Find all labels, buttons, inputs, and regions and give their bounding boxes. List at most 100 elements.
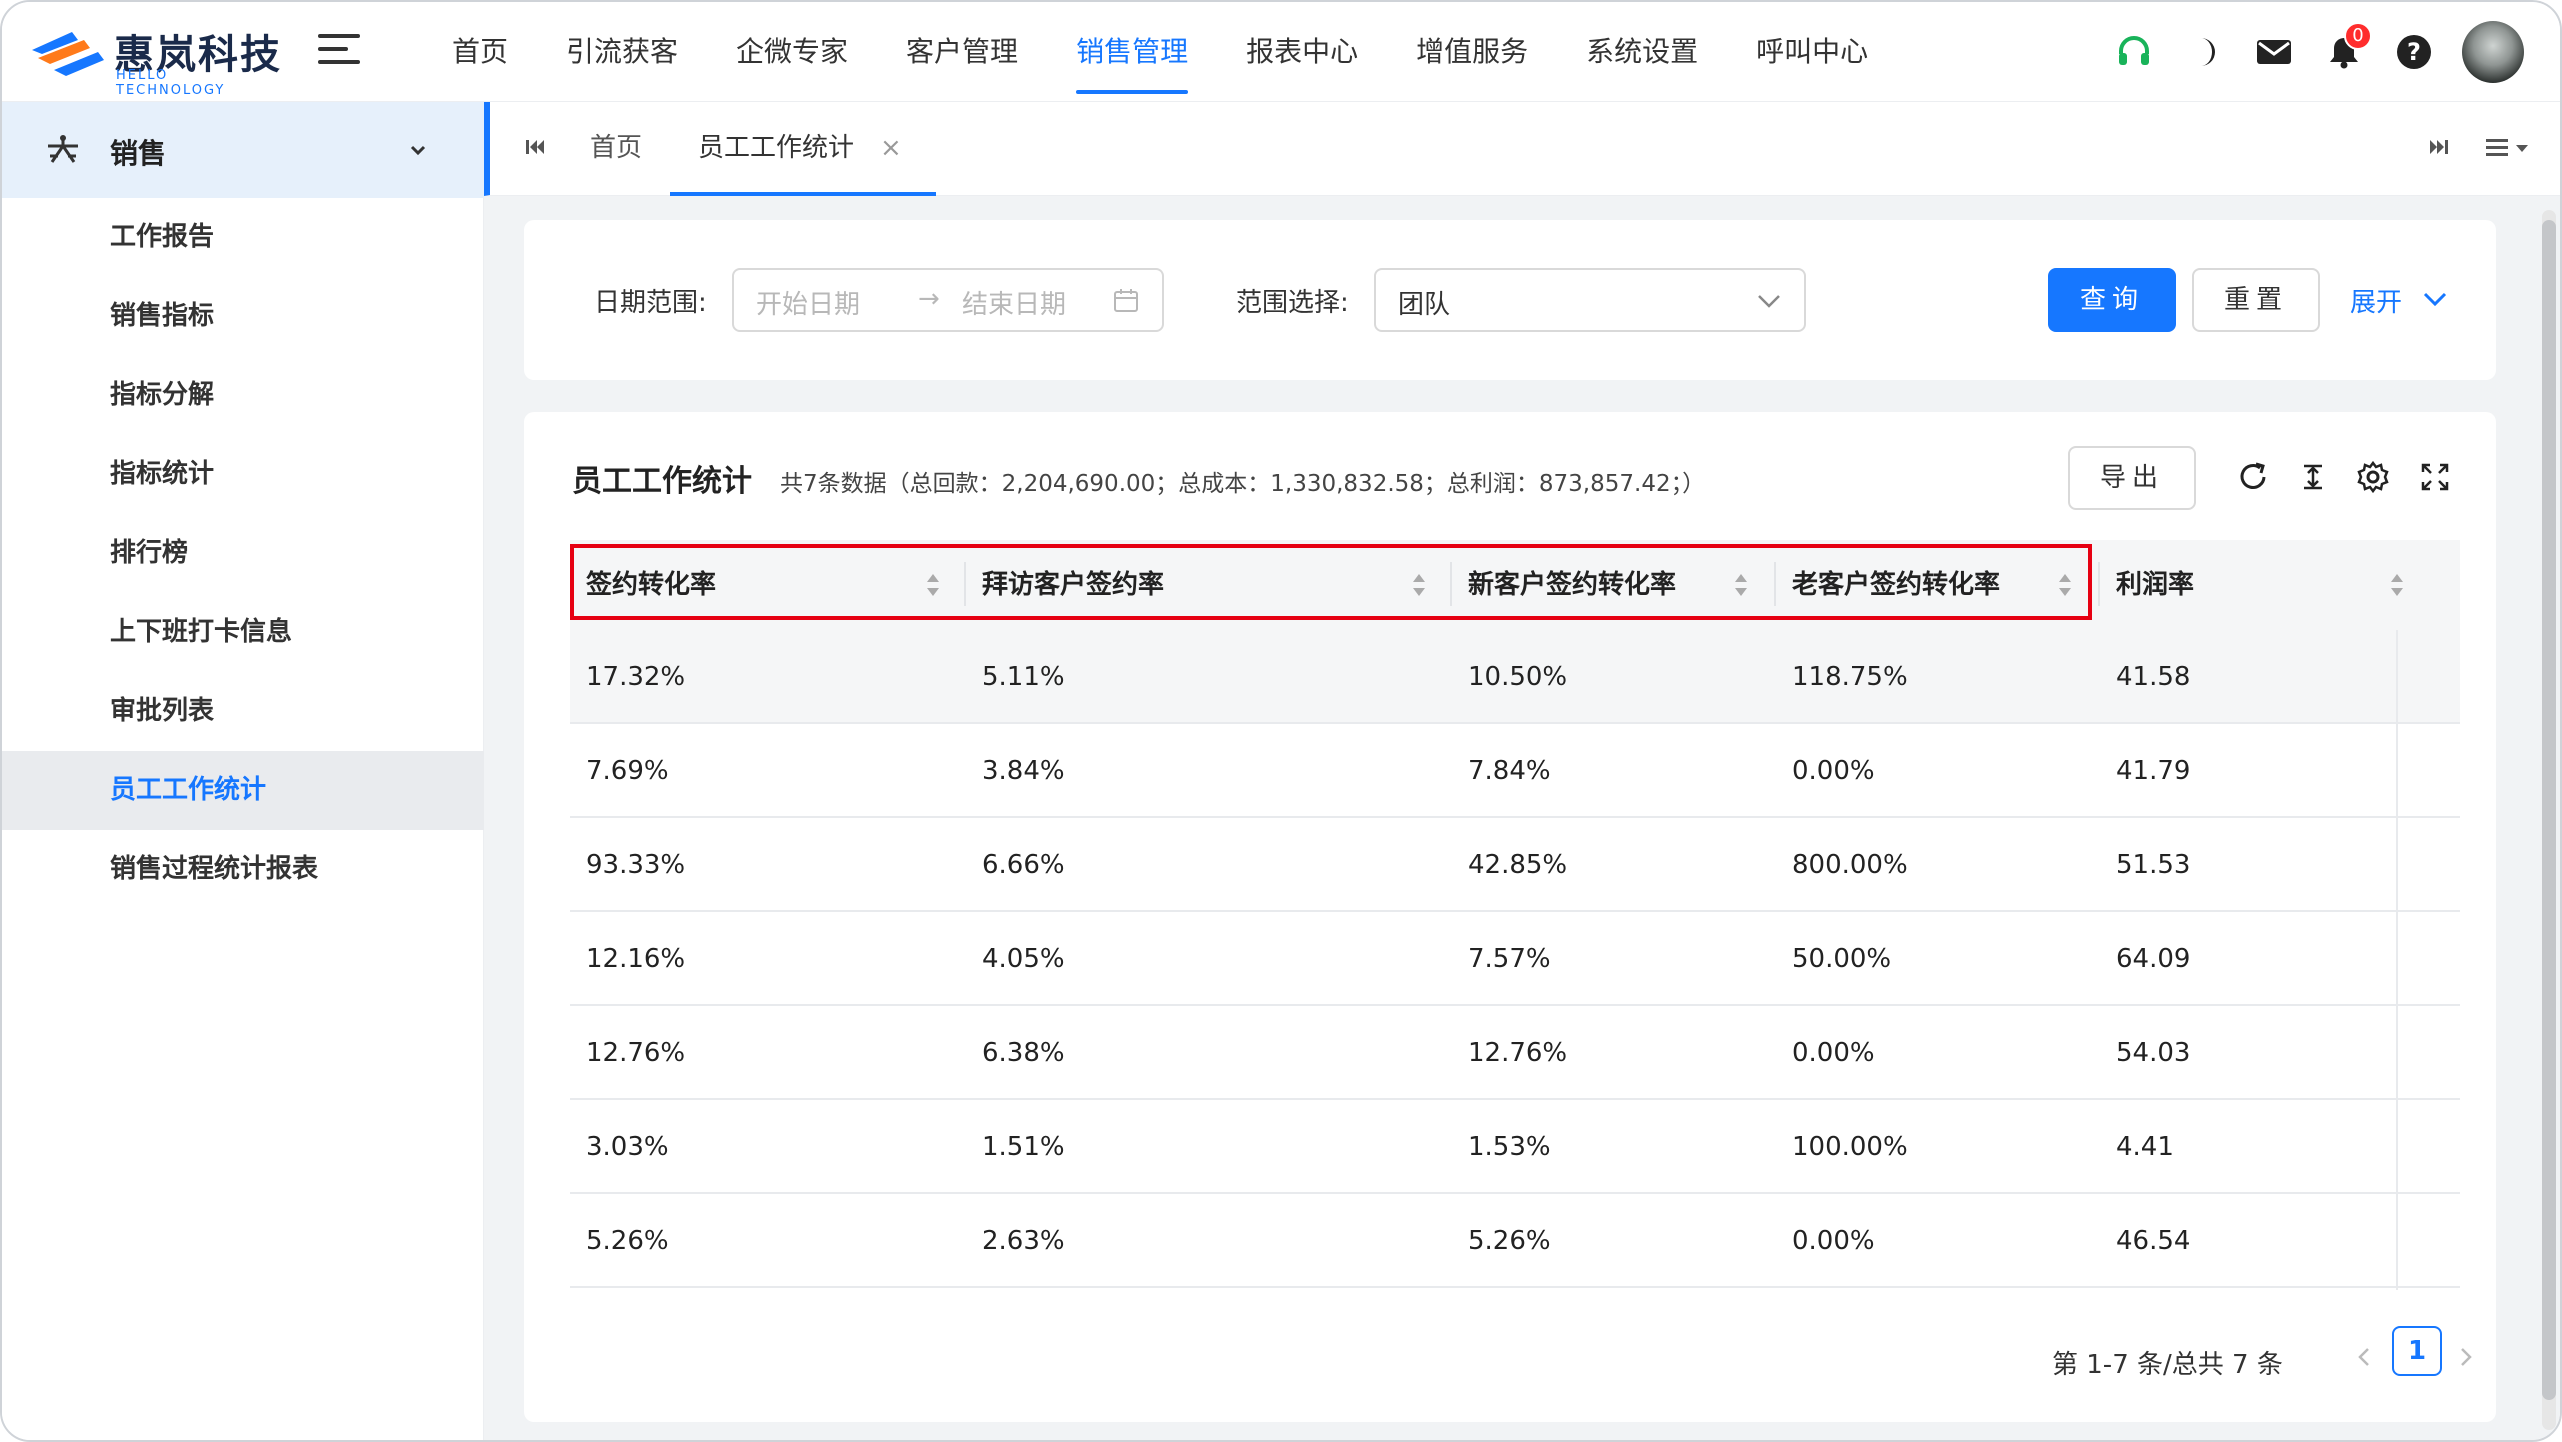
scope-select-value: 团队 [1398, 290, 1451, 320]
table-cell: 7.69% [586, 756, 669, 786]
export-button[interactable]: 导出 [2068, 446, 2196, 510]
sidebar-item-attendance[interactable]: 上下班打卡信息 [2, 593, 484, 672]
tab-close-icon[interactable]: × [880, 102, 902, 194]
sidebar-item-ranking[interactable]: 排行榜 [2, 514, 484, 593]
reset-button[interactable]: 重置 [2192, 268, 2320, 332]
table-cell: 50.00% [1792, 944, 1892, 974]
date-range-picker[interactable]: 开始日期 → 结束日期 [732, 268, 1164, 332]
table-row[interactable]: 93.33% 6.66% 42.85% 800.00% 51.53 [570, 818, 2460, 912]
sidebar-section-label: 销售 [110, 137, 167, 170]
table-cell: 10.50% [1468, 662, 1568, 692]
settings-icon[interactable] [2356, 460, 2390, 494]
sidebar-item-employee-stats[interactable]: 员工工作统计 [2, 751, 484, 830]
tab-home[interactable]: 首页 [590, 102, 642, 196]
table-cell: 3.03% [586, 1132, 669, 1162]
column-header-profit-margin[interactable]: 利润率 [2100, 540, 2400, 630]
table-row[interactable]: 12.16% 4.05% 7.57% 50.00% 64.09 [570, 912, 2460, 1006]
user-avatar[interactable] [2462, 21, 2524, 83]
menu-toggle-icon[interactable] [318, 34, 360, 68]
dark-mode-icon[interactable] [2184, 32, 2224, 72]
sidebar-section-sales[interactable]: 销售 [2, 102, 484, 198]
table-cell: 41.58 [2116, 662, 2191, 692]
pagination-summary: 第 1-7 条/总共 7 条 [2052, 1350, 2283, 1380]
table-cell: 41.79 [2116, 756, 2191, 786]
scrollbar-thumb[interactable] [2542, 220, 2556, 1400]
nav-item-customers[interactable]: 客户管理 [906, 2, 1018, 102]
expand-button[interactable]: 展开 [2350, 282, 2402, 319]
sidebar-item-work-report[interactable]: 工作报告 [2, 198, 484, 277]
page-number-button[interactable]: 1 [2392, 1326, 2442, 1376]
nav-item-lead-gen[interactable]: 引流获客 [566, 2, 678, 102]
table-cell: 7.84% [1468, 756, 1551, 786]
table-cell: 17.32% [586, 662, 686, 692]
nav-item-reports[interactable]: 报表中心 [1246, 2, 1358, 102]
prev-page-icon[interactable] [2354, 1342, 2374, 1372]
table-cell: 12.76% [1468, 1038, 1568, 1068]
logo-icon [32, 32, 104, 76]
table-row[interactable]: 12.76% 6.38% 12.76% 0.00% 54.03 [570, 1006, 2460, 1100]
nav-item-call-center[interactable]: 呼叫中心 [1756, 2, 1868, 102]
nav-item-settings[interactable]: 系统设置 [1586, 2, 1698, 102]
nav-item-wecom[interactable]: 企微专家 [736, 2, 848, 102]
table-cell: 0.00% [1792, 1038, 1875, 1068]
table-cell: 0.00% [1792, 756, 1875, 786]
table-title: 员工工作统计 [572, 464, 752, 499]
table-cell: 51.53 [2116, 850, 2191, 880]
scope-select[interactable]: 团队 [1374, 268, 1806, 332]
expand-chevron-icon[interactable] [2422, 288, 2448, 310]
sidebar-item-approvals[interactable]: 审批列表 [2, 672, 484, 751]
headset-icon[interactable] [2114, 32, 2154, 72]
row-density-icon[interactable] [2296, 460, 2330, 494]
table-cell: 1.51% [982, 1132, 1065, 1162]
table-cell: 2.63% [982, 1226, 1065, 1256]
table-body: 17.32% 5.11% 10.50% 118.75% 41.58 7.69% … [570, 630, 2460, 1288]
table-cell: 100.00% [1792, 1132, 1908, 1162]
table-cell: 800.00% [1792, 850, 1908, 880]
sidebar-item-target-breakdown[interactable]: 指标分解 [2, 356, 484, 435]
nav-item-home[interactable]: 首页 [452, 2, 508, 102]
page-scrollbar[interactable] [2542, 210, 2556, 1430]
refresh-icon[interactable] [2236, 460, 2270, 494]
brand-logo[interactable]: 惠岚科技 HELLO TECHNOLOGY [32, 20, 282, 98]
date-separator: → [918, 284, 940, 314]
start-date-input[interactable]: 开始日期 [756, 284, 860, 321]
bell-icon[interactable]: 0 [2324, 22, 2372, 72]
table-cell: 5.11% [982, 662, 1065, 692]
end-date-input[interactable]: 结束日期 [962, 284, 1066, 321]
sidebar: 销售 工作报告 销售指标 指标分解 指标统计 排行榜 上下班打卡信息 审批列表 … [2, 102, 484, 1440]
first-tab-icon[interactable] [520, 132, 550, 162]
sidebar-menu: 工作报告 销售指标 指标分解 指标统计 排行榜 上下班打卡信息 审批列表 员工工… [2, 198, 484, 909]
table-cell: 5.26% [1468, 1226, 1551, 1256]
header-actions: 0 ? [2084, 21, 2524, 83]
query-button[interactable]: 查询 [2048, 268, 2176, 332]
sidebar-item-target-stats[interactable]: 指标统计 [2, 435, 484, 514]
table-cell: 46.54 [2116, 1226, 2191, 1256]
mail-icon[interactable] [2254, 32, 2294, 72]
notification-badge: 0 [2344, 22, 2372, 50]
tab-employee-stats[interactable]: 员工工作统计 × [670, 102, 936, 196]
sidebar-item-sales-targets[interactable]: 销售指标 [2, 277, 484, 356]
main-nav: 首页 引流获客 企微专家 客户管理 销售管理 报表中心 增值服务 系统设置 呼叫… [452, 2, 1926, 102]
table-row[interactable]: 5.26% 2.63% 5.26% 0.00% 46.54 [570, 1194, 2460, 1288]
fullscreen-icon[interactable] [2418, 460, 2452, 494]
table-scrollbar[interactable] [2396, 630, 2398, 1290]
sidebar-item-sales-process-report[interactable]: 销售过程统计报表 [2, 830, 484, 909]
app-window: 惠岚科技 HELLO TECHNOLOGY 首页 引流获客 企微专家 客户管理 … [0, 0, 2562, 1442]
brand-subtitle: HELLO TECHNOLOGY [116, 68, 226, 98]
nav-item-sales[interactable]: 销售管理 [1076, 2, 1189, 102]
table-cell: 54.03 [2116, 1038, 2191, 1068]
table-cell: 1.53% [1468, 1132, 1551, 1162]
table-row[interactable]: 7.69% 3.84% 7.84% 0.00% 41.79 [570, 724, 2460, 818]
date-range-label: 日期范围: [594, 288, 707, 318]
next-page-icon[interactable] [2456, 1342, 2476, 1372]
table-cell: 64.09 [2116, 944, 2191, 974]
table-row[interactable]: 3.03% 1.51% 1.53% 100.00% 4.41 [570, 1100, 2460, 1194]
tab-menu-icon[interactable] [2482, 132, 2534, 162]
table-row[interactable]: 17.32% 5.11% 10.50% 118.75% 41.58 [570, 630, 2460, 724]
help-icon[interactable]: ? [2394, 32, 2434, 72]
last-tab-icon[interactable] [2424, 132, 2454, 162]
top-header: 惠岚科技 HELLO TECHNOLOGY 首页 引流获客 企微专家 客户管理 … [2, 2, 2560, 102]
sort-icon[interactable] [2388, 570, 2406, 600]
tab-label: 员工工作统计 [698, 133, 855, 163]
nav-item-value-added[interactable]: 增值服务 [1416, 2, 1528, 102]
